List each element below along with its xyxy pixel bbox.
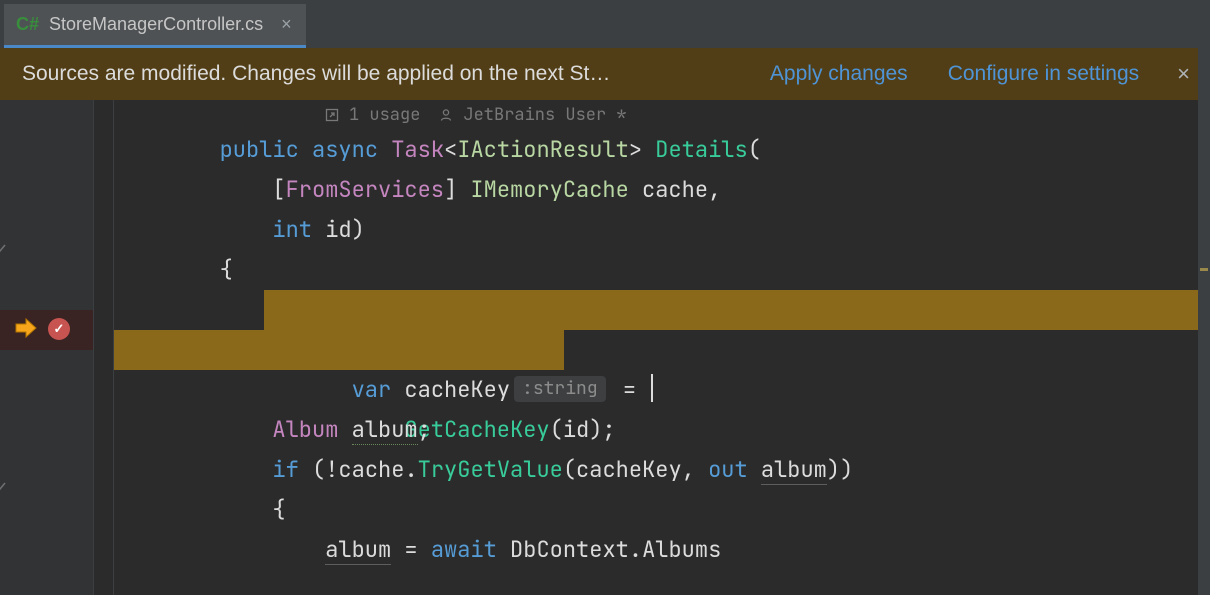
gutter[interactable]: [0, 100, 94, 595]
banner-close-icon[interactable]: ×: [1177, 63, 1190, 85]
modified-sources-banner: Sources are modified. Changes will be ap…: [0, 48, 1210, 100]
close-tab-icon[interactable]: ×: [281, 14, 292, 35]
editor: 1 usage JetBrains User * public async Ta…: [0, 100, 1210, 595]
tab-bar: C# StoreManagerController.cs ×: [0, 0, 1210, 48]
execution-highlight: [114, 330, 564, 370]
apply-changes-link[interactable]: Apply changes: [770, 62, 908, 86]
code-line[interactable]: album = await DbContext.Albums: [114, 530, 1210, 570]
usages-lens[interactable]: 1 usage: [324, 100, 420, 130]
code-line[interactable]: public async Task<IActionResult> Details…: [114, 130, 1210, 170]
banner-message: Sources are modified. Changes will be ap…: [22, 62, 610, 86]
fold-marker-icon[interactable]: [0, 478, 8, 494]
code-line[interactable]: Album album;: [114, 410, 1210, 450]
usages-icon: [324, 108, 339, 123]
author-text: JetBrains User *: [463, 100, 626, 130]
code-line[interactable]: int id): [114, 210, 1210, 250]
usages-text: 1 usage: [349, 100, 420, 130]
code-line[interactable]: {: [114, 250, 1210, 290]
code-area[interactable]: 1 usage JetBrains User * public async Ta…: [94, 100, 1210, 595]
scrollbar-marker: [1200, 268, 1208, 271]
code-line[interactable]: {: [114, 490, 1210, 530]
csharp-file-icon: C#: [16, 14, 39, 35]
author-lens[interactable]: JetBrains User *: [438, 100, 626, 130]
editor-tab[interactable]: C# StoreManagerController.cs ×: [4, 4, 306, 48]
code-lens-row: 1 usage JetBrains User *: [114, 100, 1210, 130]
code-line[interactable]: GetCacheKey(id);: [114, 330, 1210, 370]
code-line-current[interactable]: var cacheKey:string =: [114, 290, 1210, 330]
fold-marker-icon[interactable]: [0, 240, 8, 256]
configure-in-settings-link[interactable]: Configure in settings: [948, 62, 1139, 86]
code-line[interactable]: [FromServices] IMemoryCache cache,: [114, 170, 1210, 210]
breakpoint-icon[interactable]: [48, 318, 70, 340]
text-caret: [651, 374, 653, 402]
code-line[interactable]: if (!cache.TryGetValue(cacheKey, out alb…: [114, 450, 1210, 490]
inlay-hint: :string: [514, 376, 606, 402]
author-icon: [438, 108, 453, 123]
tab-filename: StoreManagerController.cs: [49, 14, 263, 35]
execution-pointer-icon: [12, 316, 40, 340]
execution-highlight: [264, 290, 1210, 330]
editor-scrollbar[interactable]: [1198, 48, 1210, 595]
